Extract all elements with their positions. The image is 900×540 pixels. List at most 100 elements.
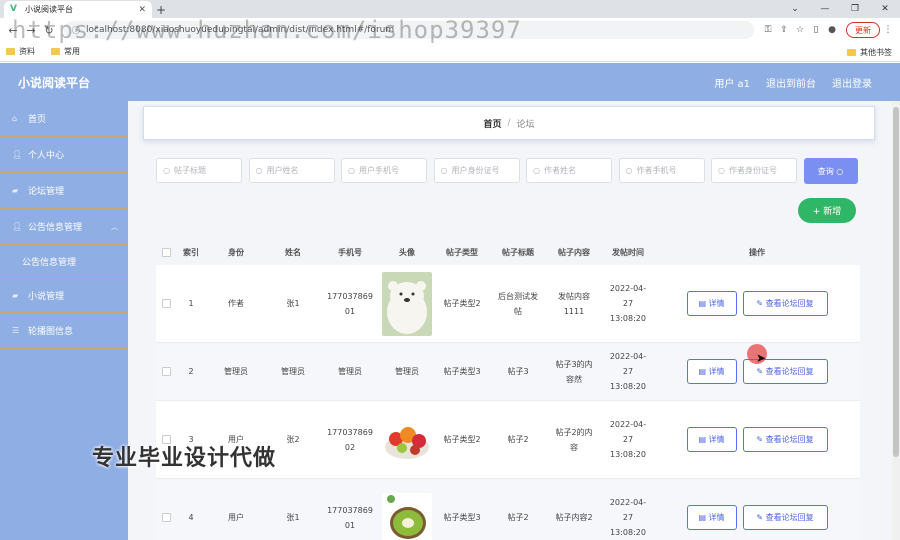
new-tab-button[interactable]: + [152,1,170,18]
bookmarks-bar: 资料 常用 其他书签 [0,42,900,62]
logout-link[interactable]: 退出登录 [832,75,872,90]
select-all-checkbox[interactable] [161,247,171,257]
detail-icon: ▤ [698,299,706,308]
back-to-front-link[interactable]: 退出到前台 [766,75,816,90]
overlay-caption: 专业毕业设计代做 [92,446,277,471]
search-icon: ○ [440,166,448,175]
filter-user-name[interactable]: ○ 用户姓名 [248,158,335,183]
cell-index: 4 [188,513,194,522]
bear-avatar-image [382,271,432,336]
col-header: 身份 [228,247,244,257]
placeholder: 用户身份证号 [451,166,500,175]
list-icon: ☰ [12,326,20,335]
filter-author-id[interactable]: ○ 作者身份证号 [711,158,797,183]
cell-time: 2022-04-27 13:08:20 [609,498,647,537]
view-replies-button[interactable]: ✎ 查看论坛回复 [742,291,828,316]
notice-icon: 👤︎ [12,222,23,231]
url-bar[interactable]: ⓘ localhost:8080/xiaoshuoyuedupingtai/ad… [64,21,754,39]
add-button[interactable]: + 新增 [798,198,856,223]
browser-tab[interactable]: V 小说阅读平台 ✕ [4,1,152,18]
cell-title: 帖子3 [507,367,529,376]
bookmark-folder[interactable]: 常用 [51,46,80,57]
bookmark-folder[interactable]: 资料 [6,46,35,57]
sidebar-item-novel[interactable]: ▰ 小说管理 [0,277,128,313]
other-bookmarks-label: 其他书签 [860,48,892,57]
detail-icon: ▤ [698,367,706,376]
cell-content: 帖子2的内容 [555,427,593,452]
filter-user-id[interactable]: ○ 用户身份证号 [433,158,520,183]
other-bookmarks[interactable]: 其他书签 [847,47,892,58]
filter-author-name[interactable]: ○ 作者姓名 [526,158,612,183]
share-icon[interactable]: ⇪ [776,25,792,35]
chevron-up-icon: ︿ [111,222,118,231]
star-icon[interactable]: ☆ [792,25,808,35]
page-scrollbar[interactable] [892,101,900,540]
cell-name: 张1 [286,513,300,522]
edit-icon: ✎ [756,367,764,376]
row-checkbox[interactable] [161,513,171,522]
cell-time: 2022-04-27 13:08:20 [609,420,647,459]
breadcrumb-home[interactable]: 首页 [483,117,501,130]
query-button[interactable]: 查询 ○ [803,158,858,184]
update-button[interactable]: 更新 [846,22,880,38]
row-checkbox[interactable] [161,367,171,376]
filter-user-phone[interactable]: ○ 用户手机号 [341,158,427,183]
profile-icon[interactable]: ● [824,25,840,35]
window-controls: ⌄ — ❐ ✕ [780,0,900,18]
forum-icon: ▰ [12,186,19,195]
tab-search-icon[interactable]: ⌄ [780,0,810,18]
search-icon: ○ [348,166,355,175]
reload-icon[interactable]: ↻ [40,21,58,39]
breadcrumb: 首页 / 论坛 [143,106,875,140]
close-window-button[interactable]: ✕ [870,0,900,18]
sidebar-item-carousel[interactable]: ☰ 轮播图信息 [0,313,128,349]
scrollbar-thumb[interactable] [893,107,899,457]
col-header: 索引 [183,247,199,257]
minimize-button[interactable]: — [810,0,840,18]
detail-button[interactable]: ▤ 详情 [686,505,737,530]
detail-label: 详情 [708,513,725,522]
maximize-button[interactable]: ❐ [840,0,870,18]
sidebar-subitem-notice[interactable]: 公告信息管理 [0,245,128,277]
reply-label: 查看论坛回复 [765,299,814,308]
row-checkbox[interactable] [161,299,171,308]
sidebar-item-label: 公告信息管理 [22,257,77,268]
back-icon[interactable]: ← [4,21,22,39]
search-icon: ○ [718,166,725,175]
cell-avatar [380,271,434,336]
address-toolbar: ← → ↻ ⓘ localhost:8080/xiaoshuoyueduping… [0,18,900,42]
home-icon: ⌂ [12,114,18,123]
key-icon[interactable]: ⚿ [760,25,776,35]
cell-name: 张1 [286,299,300,308]
sidebar-item-home[interactable]: ⌂ 首页 [0,101,128,137]
cell-content: 发帖内容1111 [558,291,590,316]
col-header: 操作 [749,247,765,257]
table-header: 索引 身份 姓名 手机号 头像 帖子类型 帖子标题 帖子内容 发帖时间 操作 [156,239,860,265]
bookmark-label: 资料 [19,47,35,56]
close-tab-icon[interactable]: ✕ [138,5,146,15]
browser-tabbar: V 小说阅读平台 ✕ + ⌄ — ❐ ✕ [0,0,900,18]
sidepanel-icon[interactable]: ▯ [808,25,824,35]
filter-post-title[interactable]: ○ 帖子标题 [156,158,242,183]
sidebar-item-profile[interactable]: 👤︎ 个人中心 [0,137,128,173]
filter-bar: ○ 帖子标题 ○ 用户姓名 ○ 用户手机号 ○ 用户身份证号 ○ 作者姓名 ○ 作者手机号 … [156,158,858,184]
view-replies-button[interactable]: ✎ 查看论坛回复 [742,427,828,452]
sidebar-item-label: 个人中心 [28,151,65,161]
sidebar-item-forum[interactable]: ▰ 论坛管理 [0,173,128,209]
sidebar-item-notice[interactable]: 👤︎ 公告信息管理 ︿ [0,209,128,245]
bookmark-label: 常用 [64,47,80,56]
view-replies-button[interactable]: ✎ 查看论坛回复 [742,505,828,530]
more-menu-icon[interactable]: ⋮ [880,25,896,35]
breadcrumb-current: 论坛 [516,119,535,130]
detail-button[interactable]: ▤ 详情 [686,291,737,316]
search-icon: ○ [625,166,633,175]
filter-author-phone[interactable]: ○ 作者手机号 [618,158,705,183]
forward-icon[interactable]: → [22,21,40,39]
info-icon[interactable]: ⓘ [72,25,80,36]
cell-avatar: 管理员 [395,367,419,376]
detail-button[interactable]: ▤ 详情 [686,427,737,452]
detail-button[interactable]: ▤ 详情 [686,359,737,384]
placeholder: 帖子标题 [173,166,206,175]
search-icon: ○ [533,166,540,175]
cell-title: 帖子2 [507,513,529,522]
